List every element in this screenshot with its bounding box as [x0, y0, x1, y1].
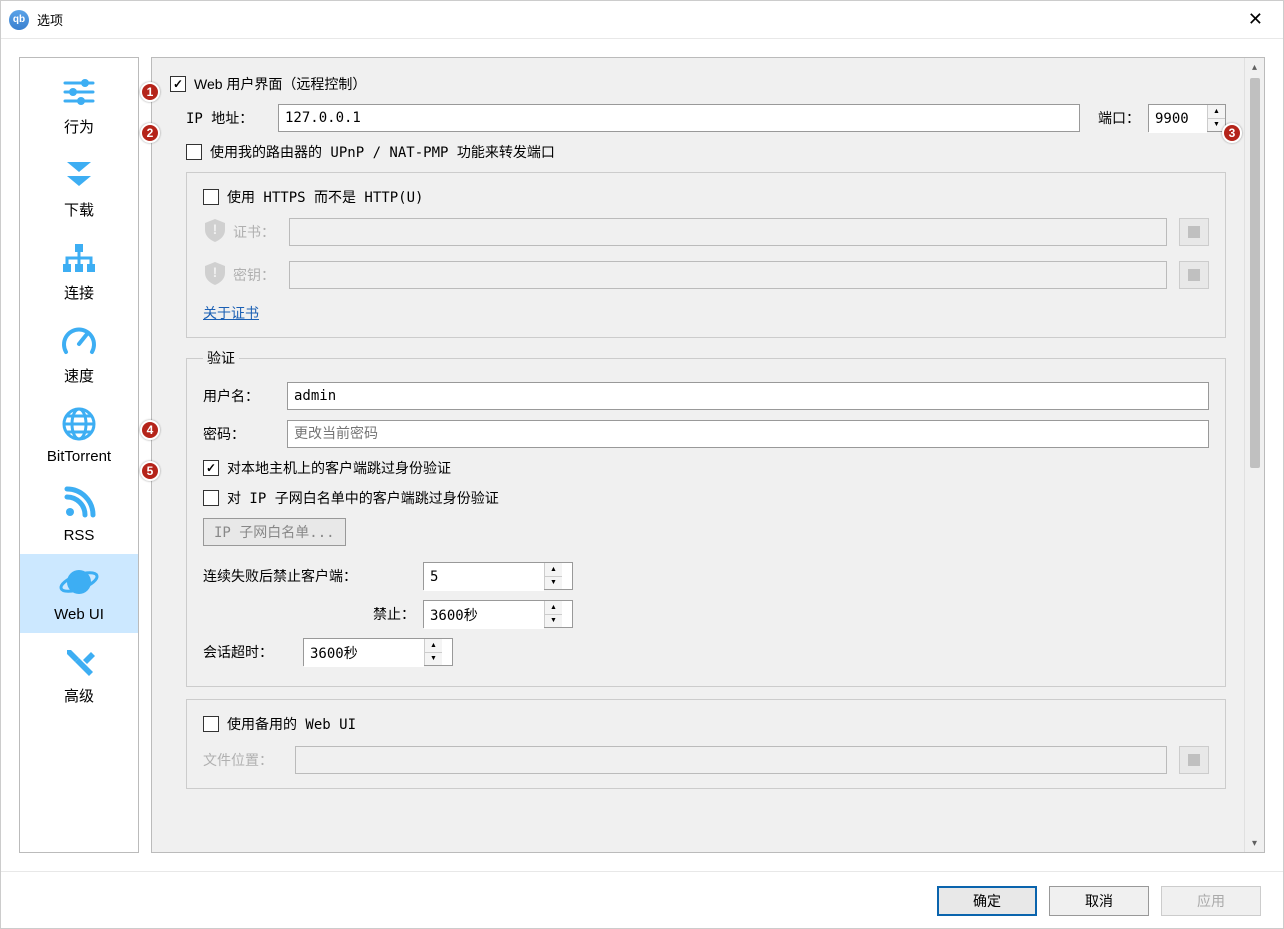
https-checkbox[interactable]	[203, 189, 219, 205]
spin-up-icon[interactable]: ▲	[545, 563, 562, 577]
tools-icon	[61, 641, 97, 681]
content-panel: Web 用户界面（远程控制） IP 地址： 端口： ▲▼ 使	[152, 58, 1244, 852]
ip-label: IP 地址：	[186, 108, 278, 128]
cancel-button[interactable]: 取消	[1049, 886, 1149, 916]
rss-icon	[61, 483, 97, 523]
sidebar-bittorrent[interactable]: BitTorrent	[20, 396, 138, 475]
annotation-marker-2: 2	[140, 123, 160, 143]
globe-icon	[61, 404, 97, 444]
session-input[interactable]	[304, 639, 424, 667]
annotation-marker-5: 5	[140, 461, 160, 481]
sidebar-label: 速度	[64, 365, 94, 386]
footer: 确定 取消 应用	[1, 871, 1283, 928]
scrollbar-thumb[interactable]	[1250, 78, 1260, 468]
sidebar-label: BitTorrent	[47, 448, 111, 465]
app-icon: qb	[9, 10, 29, 30]
sidebar-download[interactable]: 下载	[20, 147, 138, 230]
ban-after-input[interactable]	[424, 563, 544, 591]
annotation-marker-3: 3	[1222, 123, 1242, 143]
sidebar: 行为 下载 连接 速度 BitTorrent RSS	[19, 57, 139, 853]
spin-up-icon[interactable]: ▲	[545, 601, 562, 615]
ip-input[interactable]	[278, 104, 1080, 132]
bypass-subnet-label: 对 IP 子网白名单中的客户端跳过身份验证	[227, 488, 499, 508]
annotation-marker-1: 1	[140, 82, 160, 102]
alt-ui-checkbox[interactable]	[203, 716, 219, 732]
sidebar-label: Web UI	[54, 606, 104, 623]
password-label: 密码：	[203, 424, 287, 444]
sidebar-label: 高级	[64, 685, 94, 706]
close-icon[interactable]: ✕	[1236, 9, 1275, 30]
upnp-label: 使用我的路由器的 UPnP / NAT-PMP 功能来转发端口	[210, 142, 555, 162]
auth-legend: 验证	[203, 348, 239, 368]
spin-down-icon[interactable]: ▼	[425, 653, 442, 666]
sidebar-connection[interactable]: 连接	[20, 230, 138, 313]
sidebar-webui[interactable]: Web UI	[20, 554, 138, 633]
ban-for-label: 禁止：	[203, 604, 423, 624]
sidebar-label: 行为	[64, 116, 94, 137]
ban-after-spinner[interactable]: ▲▼	[423, 562, 573, 590]
key-input	[289, 261, 1167, 289]
alt-path-input	[295, 746, 1167, 774]
spin-up-icon[interactable]: ▲	[425, 639, 442, 653]
bypass-local-label: 对本地主机上的客户端跳过身份验证	[227, 458, 451, 478]
apply-button[interactable]: 应用	[1161, 886, 1261, 916]
upnp-checkbox[interactable]	[186, 144, 202, 160]
password-input[interactable]	[287, 420, 1209, 448]
ban-for-input[interactable]	[424, 601, 544, 629]
sliders-icon	[61, 72, 97, 112]
sidebar-behavior[interactable]: 行为	[20, 64, 138, 147]
port-input[interactable]	[1149, 105, 1207, 133]
titlebar: qb 选项 ✕	[1, 1, 1283, 39]
window-title: 选项	[37, 10, 1236, 29]
bypass-subnet-checkbox[interactable]	[203, 490, 219, 506]
port-spinner[interactable]: ▲▼	[1148, 104, 1226, 132]
sidebar-advanced[interactable]: 高级	[20, 633, 138, 716]
session-spinner[interactable]: ▲▼	[303, 638, 453, 666]
ban-for-spinner[interactable]: ▲▼	[423, 600, 573, 628]
cert-label: 证书：	[233, 222, 283, 242]
scrollbar[interactable]: ▴ ▾	[1244, 58, 1264, 852]
bypass-local-checkbox[interactable]	[203, 460, 219, 476]
cert-input	[289, 218, 1167, 246]
spin-down-icon[interactable]: ▼	[545, 577, 562, 590]
port-label: 端口：	[1098, 108, 1140, 128]
alt-path-label: 文件位置：	[203, 750, 289, 770]
about-cert-link[interactable]: 关于证书	[203, 305, 259, 321]
alt-ui-label: 使用备用的 Web UI	[227, 714, 356, 734]
https-label: 使用 HTTPS 而不是 HTTP(U)	[227, 187, 423, 207]
spin-down-icon[interactable]: ▼	[545, 615, 562, 628]
svg-text:!: !	[213, 264, 218, 280]
webui-enable-label: Web 用户界面（远程控制）	[194, 74, 366, 94]
svg-text:!: !	[213, 221, 218, 237]
browse-cert-button	[1179, 218, 1209, 246]
gauge-icon	[60, 321, 98, 361]
scroll-down-icon[interactable]: ▾	[1246, 834, 1264, 852]
shield-icon: !	[203, 260, 227, 289]
username-label: 用户名：	[203, 386, 287, 406]
sidebar-label: RSS	[64, 527, 95, 544]
network-icon	[59, 238, 99, 278]
shield-icon: !	[203, 217, 227, 246]
session-label: 会话超时：	[203, 642, 303, 662]
sidebar-label: 下载	[64, 199, 94, 220]
spin-up-icon[interactable]: ▲	[1208, 105, 1225, 119]
annotation-marker-4: 4	[140, 420, 160, 440]
webui-enable-checkbox[interactable]	[170, 76, 186, 92]
browse-key-button	[1179, 261, 1209, 289]
scroll-up-icon[interactable]: ▴	[1246, 58, 1264, 76]
ok-button[interactable]: 确定	[937, 886, 1037, 916]
sidebar-speed[interactable]: 速度	[20, 313, 138, 396]
download-icon	[61, 155, 97, 195]
key-label: 密钥：	[233, 265, 283, 285]
username-input[interactable]	[287, 382, 1209, 410]
sidebar-label: 连接	[64, 282, 94, 303]
browse-alt-button	[1179, 746, 1209, 774]
planet-icon	[58, 562, 100, 602]
ban-after-label: 连续失败后禁止客户端：	[203, 566, 423, 586]
sidebar-rss[interactable]: RSS	[20, 475, 138, 554]
subnet-whitelist-button: IP 子网白名单...	[203, 518, 346, 546]
